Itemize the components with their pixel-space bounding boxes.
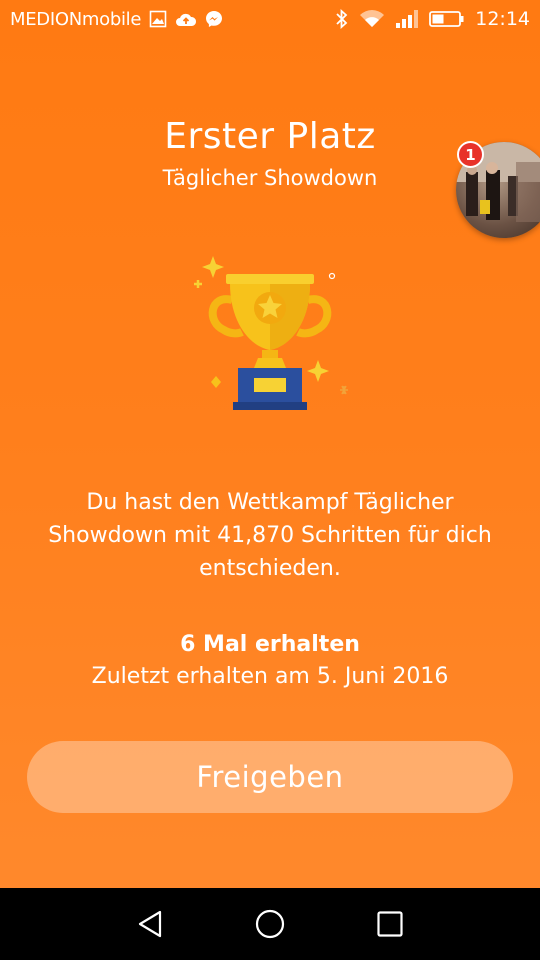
- battery-icon: [429, 10, 465, 28]
- chat-head-badge: 1: [457, 141, 484, 168]
- award-message: Du hast den Wettkampf Täglicher Showdown…: [48, 490, 492, 581]
- home-icon[interactable]: [250, 904, 290, 944]
- status-right: 12:14: [335, 8, 530, 30]
- trophy-icon: [180, 250, 360, 420]
- bluetooth-icon: [335, 9, 349, 29]
- share-button[interactable]: Freigeben: [27, 741, 513, 813]
- cloud-upload-icon: [175, 11, 197, 27]
- clock: 12:14: [475, 8, 530, 30]
- navigation-bar: [0, 888, 540, 960]
- signal-icon: [395, 9, 419, 29]
- recents-icon[interactable]: [370, 904, 410, 944]
- image-icon: [149, 10, 167, 28]
- messenger-icon: [205, 10, 223, 28]
- last-received: Zuletzt erhalten am 5. Juni 2016: [91, 664, 449, 689]
- status-bar: MEDIONmobile 12:14: [0, 0, 540, 38]
- wifi-icon: [359, 9, 385, 29]
- back-icon[interactable]: [130, 904, 170, 944]
- status-left: MEDIONmobile: [10, 9, 223, 30]
- award-count: 6 Mal erhalten: [180, 632, 360, 657]
- carrier-name: MEDIONmobile: [10, 8, 142, 30]
